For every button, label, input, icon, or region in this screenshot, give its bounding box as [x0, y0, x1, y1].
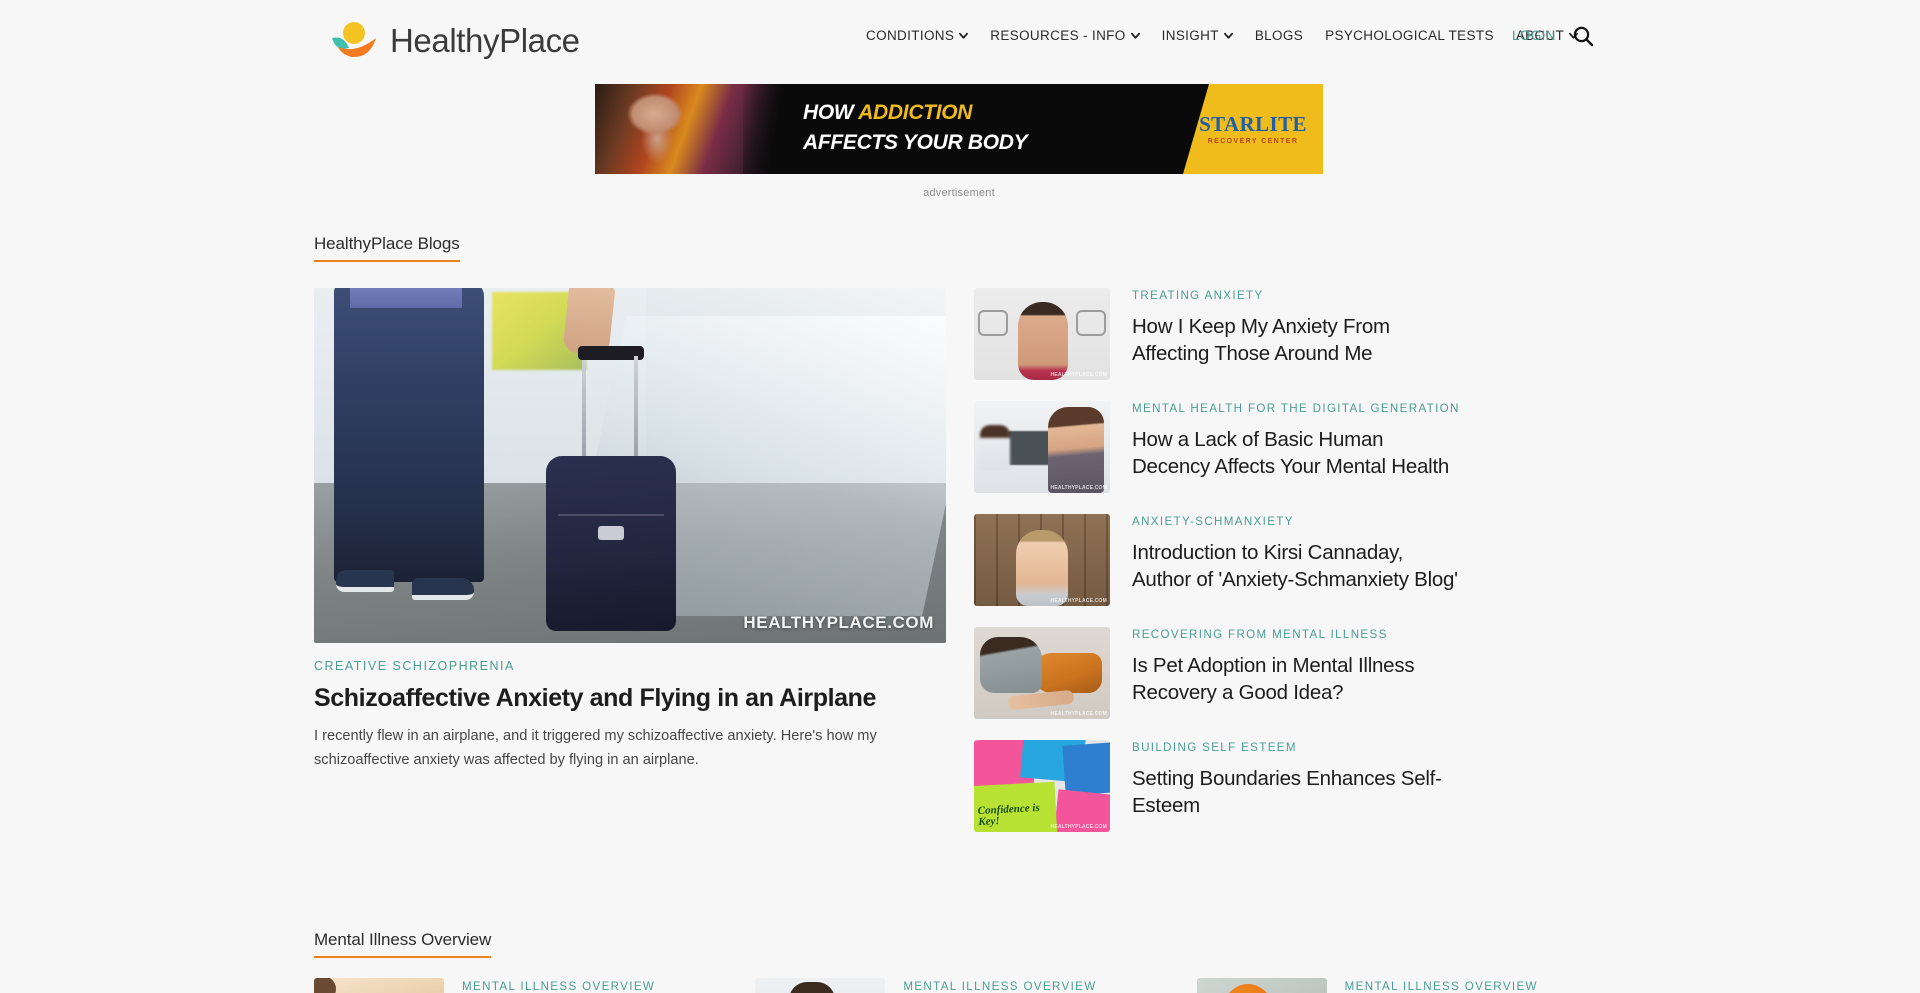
list-item-category[interactable]: BUILDING SELF ESTEEM	[1132, 742, 1460, 754]
site-logo[interactable]: HealthyPlace	[330, 18, 580, 62]
ad-brand-name: STARLITE	[1199, 111, 1307, 136]
image-watermark: HEALTHYPLACE.COM	[1050, 485, 1107, 491]
chevron-down-icon	[1223, 31, 1233, 40]
list-item-thumbnail: HEALTHYPLACE.COM	[974, 627, 1110, 719]
list-item-category[interactable]: ANXIETY-SCHMANXIETY	[1132, 516, 1460, 528]
list-item[interactable]: HEALTHYPLACE.COM TREATING ANXIETY How I …	[974, 288, 1460, 380]
list-item-title[interactable]: Introduction to Kirsi Cannaday, Author o…	[1132, 539, 1460, 594]
list-item-title[interactable]: How a Lack of Basic Human Decency Affect…	[1132, 426, 1460, 481]
image-watermark: HEALTHYPLACE.COM	[1050, 372, 1107, 378]
image-watermark: HEALTHYPLACE.COM	[1050, 711, 1107, 717]
nav-label: CONDITIONS	[866, 28, 955, 43]
list-item[interactable]: Confidence is Key! HEALTHYPLACE.COM BUIL…	[974, 740, 1460, 832]
featured-article-category[interactable]: CREATIVE SCHIZOPHRENIA	[314, 659, 946, 673]
ad-headline: HOW ADDICTION AFFECTS YOUR BODY	[803, 98, 1133, 158]
overview-card-category[interactable]: MENTAL ILLNESS OVERVIEW	[1345, 978, 1538, 993]
nav-label: INSIGHT	[1161, 28, 1219, 43]
brand-name: HealthyPlace	[390, 21, 580, 59]
overview-card[interactable]: MENTAL ILLNESS OVERVIEW	[314, 978, 731, 993]
featured-article-image: HEALTHYPLACE.COM	[314, 288, 946, 643]
ad-brand-subtitle: RECOVERY CENTER	[1207, 137, 1299, 145]
overview-card-category[interactable]: MENTAL ILLNESS OVERVIEW	[903, 978, 1096, 993]
list-item-thumbnail: HEALTHYPLACE.COM	[974, 401, 1110, 493]
nav-item-conditions[interactable]: CONDITIONS	[866, 28, 969, 43]
ad-headline-line2: AFFECTS YOUR BODY	[803, 131, 1028, 154]
nav-item-resources-info[interactable]: RESOURCES - INFO	[990, 28, 1140, 43]
nav-label: BLOGS	[1254, 28, 1304, 43]
list-item-category[interactable]: RECOVERING FROM MENTAL ILLNESS	[1132, 629, 1460, 641]
overview-card[interactable]: MENTAL ILLNESS OVERVIEW	[755, 978, 1172, 993]
list-item[interactable]: HEALTHYPLACE.COM ANXIETY-SCHMANXIETY Int…	[974, 514, 1460, 606]
list-item-category[interactable]: TREATING ANXIETY	[1132, 290, 1460, 302]
site-header: HealthyPlace CONDITIONS RESOURCES - INFO…	[0, 0, 1920, 84]
ad-banner[interactable]: HOW ADDICTION AFFECTS YOUR BODY STARLITE…	[595, 84, 1323, 174]
featured-article-excerpt: I recently flew in an airplane, and it t…	[314, 728, 877, 768]
image-watermark: HEALTHYPLACE.COM	[1050, 598, 1107, 604]
thumbnail-text: Confidence is Key!	[977, 801, 1041, 829]
overview-section-heading[interactable]: Mental Illness Overview	[314, 930, 491, 958]
sun-leaf-logo-icon	[330, 18, 378, 62]
list-item[interactable]: HEALTHYPLACE.COM RECOVERING FROM MENTAL …	[974, 627, 1460, 719]
nav-item-insight[interactable]: INSIGHT	[1162, 28, 1233, 43]
chevron-down-icon	[959, 31, 969, 40]
list-item-category[interactable]: MENTAL HEALTH FOR THE DIGITAL GENERATION	[1132, 403, 1460, 415]
ad-photo	[595, 84, 795, 174]
list-item-title[interactable]: Is Pet Adoption in Mental Illness Recove…	[1132, 652, 1460, 707]
ad-brand-logo: STARLITE RECOVERY CENTER	[1183, 84, 1323, 174]
ad-disclosure-label: advertisement	[923, 187, 995, 199]
search-icon[interactable]	[1572, 25, 1594, 47]
nav-label: PSYCHOLOGICAL TESTS	[1325, 28, 1494, 43]
advertisement-region: HOW ADDICTION AFFECTS YOUR BODY STARLITE…	[595, 84, 1323, 199]
list-item[interactable]: HEALTHYPLACE.COM MENTAL HEALTH FOR THE D…	[974, 401, 1460, 493]
list-item-title[interactable]: Setting Boundaries Enhances Self-Esteem	[1132, 765, 1460, 820]
blog-article-list: HEALTHYPLACE.COM TREATING ANXIETY How I …	[974, 288, 1460, 853]
list-item-title[interactable]: How I Keep My Anxiety From Affecting Tho…	[1132, 313, 1460, 368]
image-watermark: HEALTHYPLACE.COM	[743, 613, 934, 632]
list-item-thumbnail: Confidence is Key! HEALTHYPLACE.COM	[974, 740, 1110, 832]
featured-article[interactable]: HEALTHYPLACE.COM CREATIVE SCHIZOPHRENIA …	[314, 288, 946, 772]
list-item-thumbnail: HEALTHYPLACE.COM	[974, 288, 1110, 380]
chevron-down-icon	[1130, 31, 1140, 40]
nav-label: RESOURCES - INFO	[990, 28, 1126, 43]
overview-card-category[interactable]: MENTAL ILLNESS OVERVIEW	[462, 978, 655, 993]
login-link[interactable]: LOGIN	[1512, 28, 1556, 43]
nav-item-blogs[interactable]: BLOGS	[1255, 28, 1303, 43]
blogs-section-heading[interactable]: HealthyPlace Blogs	[314, 234, 460, 262]
nav-item-psychological-tests[interactable]: PSYCHOLOGICAL TESTS	[1325, 28, 1494, 43]
list-item-thumbnail: HEALTHYPLACE.COM	[974, 514, 1110, 606]
overview-card[interactable]: MENTAL ILLNESS OVERVIEW	[1196, 978, 1614, 993]
overview-card-list: MENTAL ILLNESS OVERVIEW MENTAL ILLNESS O…	[314, 978, 1614, 993]
featured-article-title[interactable]: Schizoaffective Anxiety and Flying in an…	[314, 683, 946, 713]
main-navigation: CONDITIONS RESOURCES - INFO INSIGHT BLOG…	[866, 28, 1579, 43]
overview-card-thumbnail	[314, 978, 444, 993]
ad-headline-highlight: ADDICTION	[858, 101, 973, 124]
image-watermark: HEALTHYPLACE.COM	[1050, 824, 1107, 830]
overview-card-thumbnail	[1196, 978, 1327, 993]
ad-headline-line1-plain: HOW	[803, 101, 859, 124]
overview-card-thumbnail	[755, 978, 886, 993]
page-root: HealthyPlace CONDITIONS RESOURCES - INFO…	[0, 0, 1920, 993]
